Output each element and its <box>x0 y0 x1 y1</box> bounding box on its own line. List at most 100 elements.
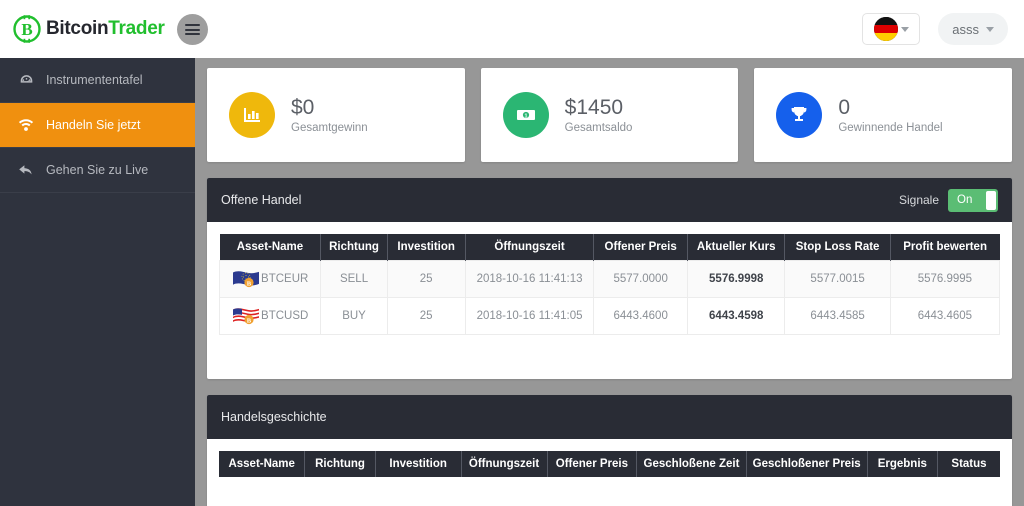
trade-history-header-row: Asset-Name Richtung Investition Öffnungs… <box>219 451 1000 477</box>
stat-card-text: 0 Gewinnende Handel <box>838 96 942 134</box>
asset-name-cell: B BTCUSD <box>218 297 322 335</box>
open-trades-header: Offene Handel Signale On <box>207 178 1012 222</box>
dashboard-icon <box>16 73 36 88</box>
stat-card-value: 0 <box>838 95 851 119</box>
column-header[interactable]: Investition <box>387 234 466 261</box>
brand-title: BitcoinTrader <box>46 18 165 40</box>
sidebar: B BitcoinTrader Instrumententafel Handel… <box>0 0 195 506</box>
us-flag-icon: B <box>232 306 260 326</box>
bar-chart-icon <box>229 92 275 138</box>
signals-label: Signale <box>898 193 939 207</box>
signals-toggle-label: On <box>957 194 973 206</box>
user-name-label: asss <box>952 21 979 37</box>
svg-text:B: B <box>247 281 252 288</box>
trade-history-table: Asset-Name Richtung Investition Öffnungs… <box>219 451 1000 477</box>
investment-cell: 25 <box>386 260 466 298</box>
back-arrow-icon <box>16 163 36 177</box>
hamburger-lines <box>185 22 200 38</box>
svg-text:B: B <box>21 20 32 39</box>
sidebar-item-instrumententafel[interactable]: Instrumententafel <box>0 58 195 103</box>
stat-card-total-balance: 1 $1450 Gesamtsaldo <box>480 68 739 162</box>
investment-cell: 25 <box>386 297 466 335</box>
open-price-cell: 6443.4600 <box>593 297 688 335</box>
app-root: B BitcoinTrader Instrumententafel Handel… <box>0 0 1024 506</box>
open-trades-body: Asset-Name Richtung Investition Öffnungs… <box>207 222 1012 379</box>
stat-card-text: $0 Gesamtgewinn <box>291 96 368 134</box>
brand-logo-area[interactable]: B BitcoinTrader <box>0 0 195 58</box>
stat-cards: $0 Gesamtgewinn 1 $1450 Gesamtsaldo 0 Ge… <box>207 68 1013 162</box>
profit-cell: 5576.9995 <box>889 260 1001 298</box>
open-trades-table: Asset-Name Richtung Investition Öffnungs… <box>218 234 1001 335</box>
sidebar-item-label: Gehen Sie zu Live <box>46 163 149 177</box>
column-header[interactable]: Offener Preis <box>547 451 638 477</box>
column-header[interactable]: Offener Preis <box>593 234 688 261</box>
banknote-icon: 1 <box>502 92 549 138</box>
trade-history-body: Asset-Name Richtung Investition Öffnungs… <box>207 439 1012 506</box>
bitcoin-logo-icon: B <box>12 14 42 44</box>
column-header[interactable]: Geschloßene Zeit <box>636 451 747 477</box>
column-header[interactable]: Richtung <box>304 451 376 477</box>
hamburger-menu-icon[interactable] <box>177 14 208 45</box>
current-rate-cell: 6443.4598 <box>686 297 786 335</box>
column-header[interactable]: Richtung <box>320 234 388 261</box>
column-header[interactable]: Öffnungszeit <box>465 234 595 261</box>
column-header[interactable]: Asset-Name <box>219 234 322 261</box>
table-row[interactable]: B BTCUSD BUY 25 2018-10-16 11:41:05 6443… <box>218 297 1001 335</box>
open-trades-header-row: Asset-Name Richtung Investition Öffnungs… <box>219 234 1000 261</box>
open-price-cell: 5577.0000 <box>593 260 688 298</box>
column-header[interactable]: Geschloßener Preis <box>746 451 868 477</box>
chevron-down-icon <box>986 26 994 32</box>
signals-toggle[interactable]: On <box>948 188 998 212</box>
profit-cell: 6443.4605 <box>889 297 1001 335</box>
topbar: asss <box>195 0 1024 58</box>
user-menu-button[interactable]: asss <box>938 13 1008 45</box>
asset-name-label: BTCEUR <box>261 273 309 285</box>
germany-flag-icon <box>873 17 898 41</box>
open-trades-panel: Offene Handel Signale On Asset-Name Rich… <box>207 178 1012 379</box>
language-selector[interactable] <box>862 13 921 45</box>
signals-control: Signale On <box>898 188 998 212</box>
sidebar-item-label: Handeln Sie jetzt <box>46 118 141 132</box>
stat-card-value: $0 <box>291 95 315 119</box>
column-header[interactable]: Stop Loss Rate <box>784 234 891 261</box>
stat-card-label: Gesamtsaldo <box>564 122 633 135</box>
column-header[interactable]: Öffnungszeit <box>461 451 548 477</box>
stat-card-value: $1450 <box>564 95 624 119</box>
column-header[interactable]: Ergebnis <box>867 451 938 477</box>
column-header[interactable]: Status <box>937 451 1000 477</box>
stat-card-total-profit: $0 Gesamtgewinn <box>207 68 465 162</box>
column-header[interactable]: Asset-Name <box>219 451 306 477</box>
brand-title-part1: Bitcoin <box>46 18 109 39</box>
column-header[interactable]: Investition <box>375 451 462 477</box>
asset-name-cell: B BTCEUR <box>218 260 322 298</box>
sidebar-item-gehen-sie-zu-live[interactable]: Gehen Sie zu Live <box>0 148 195 193</box>
svg-text:B: B <box>247 318 252 325</box>
brand-title-part2: Trader <box>108 18 165 39</box>
stat-card-label: Gewinnende Handel <box>838 122 943 135</box>
sidebar-item-handeln-sie-jetzt[interactable]: Handeln Sie jetzt <box>0 103 195 148</box>
stop-loss-cell: 5577.0015 <box>784 260 891 298</box>
trade-history-panel: Handelsgeschichte Asset-Name Richtung In… <box>207 395 1012 506</box>
trade-history-title: Handelsgeschichte <box>221 410 327 424</box>
stop-loss-cell: 6443.4585 <box>784 297 891 335</box>
stat-card-winning-trades: 0 Gewinnende Handel <box>754 68 1013 162</box>
open-time-cell: 2018-10-16 11:41:13 <box>464 260 595 298</box>
trade-history-spacer <box>219 477 1000 506</box>
current-rate-cell: 5576.9998 <box>686 260 786 298</box>
direction-cell: BUY <box>320 297 388 335</box>
open-time-cell: 2018-10-16 11:41:05 <box>464 297 595 335</box>
stat-card-label: Gesamtgewinn <box>291 122 368 135</box>
wifi-signal-icon <box>16 118 36 132</box>
asset-name-label: BTCUSD <box>261 310 309 322</box>
column-header[interactable]: Profit bewerten <box>890 234 1000 261</box>
sidebar-item-label: Instrumententafel <box>46 73 143 87</box>
chevron-down-icon <box>900 26 909 32</box>
column-header[interactable]: Aktueller Kurs <box>687 234 786 261</box>
open-trades-title: Offene Handel <box>221 193 302 207</box>
trophy-icon <box>776 92 823 138</box>
stat-card-text: $1450 Gesamtsaldo <box>565 96 633 134</box>
trade-history-header: Handelsgeschichte <box>207 395 1012 439</box>
table-row[interactable]: B BTCEUR SELL 25 2018-10-16 11:41:13 557… <box>218 260 1001 298</box>
eu-flag-icon: B <box>232 269 260 289</box>
toggle-knob <box>986 190 996 210</box>
